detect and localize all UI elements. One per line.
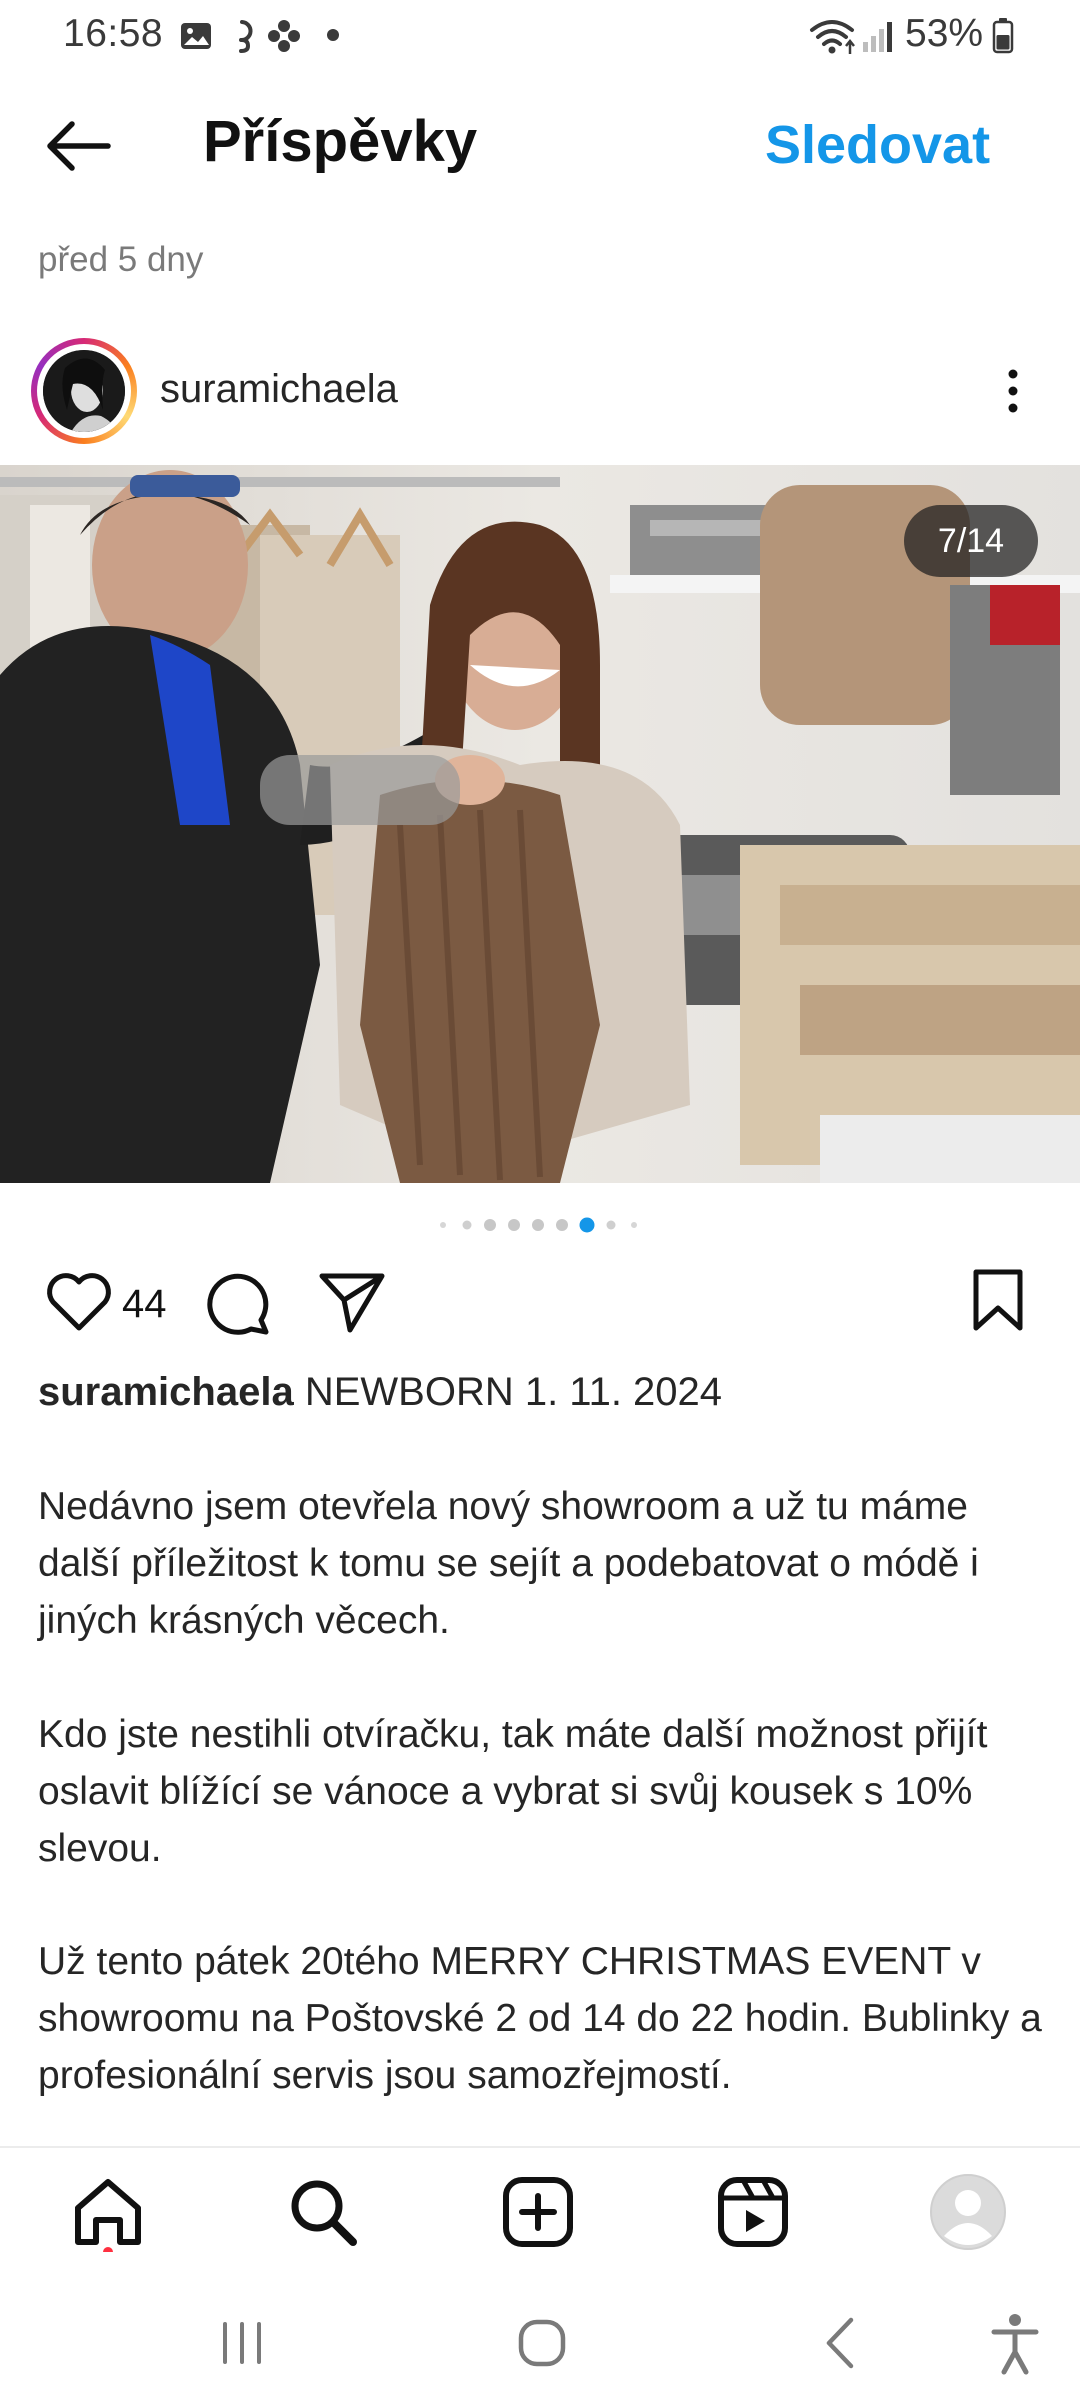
follow-button[interactable]: Sledovat — [765, 114, 990, 176]
page-title: Příspěvky — [203, 109, 478, 174]
bottom-nav — [0, 2148, 1080, 2278]
accessibility-icon[interactable] — [980, 2308, 1050, 2378]
create-icon[interactable] — [498, 2172, 578, 2252]
gallery-icon — [181, 23, 211, 49]
threads-icon — [239, 20, 253, 53]
caption-headline: suramichaela NEWBORN 1. 11. 2024 — [38, 1370, 722, 1415]
recents-icon[interactable] — [207, 2308, 277, 2378]
carousel-dots — [440, 1217, 637, 1233]
status-bar: 16:58 53% — [0, 0, 1080, 72]
carousel-dot — [606, 1220, 616, 1230]
carousel-dot — [631, 1222, 637, 1228]
status-time: 16:58 — [63, 12, 164, 55]
share-icon[interactable] — [318, 1270, 386, 1334]
carousel-dot — [462, 1220, 472, 1230]
header: Příspěvky Sledovat — [0, 100, 1080, 200]
carousel-dot-active — [579, 1217, 595, 1233]
flower-icon — [268, 20, 300, 52]
carousel-dot — [556, 1219, 568, 1231]
post-username[interactable]: suramichaela — [160, 367, 398, 412]
bookmark-icon[interactable] — [970, 1268, 1026, 1332]
battery-icon — [992, 18, 1014, 54]
post-carousel[interactable]: 7/14 — [0, 465, 1080, 1183]
reels-icon[interactable] — [713, 2172, 793, 2252]
carousel-dot — [532, 1219, 544, 1231]
heart-icon[interactable] — [44, 1270, 114, 1334]
post-photo — [0, 465, 1080, 1183]
home-circle-icon[interactable] — [507, 2308, 577, 2378]
profile-icon[interactable] — [928, 2172, 1008, 2252]
caption-paragraph: Kdo jste nestihli otvíračku, tak máte da… — [38, 1713, 988, 1870]
avatar[interactable] — [31, 338, 137, 444]
home-icon[interactable] — [68, 2172, 148, 2252]
carousel-counter: 7/14 — [904, 505, 1038, 577]
avatar-border — [37, 344, 131, 438]
carousel-dot — [508, 1219, 520, 1231]
more-options-icon[interactable] — [998, 366, 1028, 416]
caption-paragraph: Už tento pátek 20tého MERRY CHRISTMAS EV… — [38, 1940, 1042, 2097]
back-icon[interactable] — [807, 2308, 877, 2378]
avatar-photo — [43, 350, 125, 432]
post-age: před 5 dny — [38, 240, 204, 279]
avatar-portrait — [43, 350, 125, 432]
like-count[interactable]: 44 — [122, 1282, 167, 1327]
carousel-dot — [484, 1219, 496, 1231]
battery-percent: 53% — [905, 12, 984, 55]
system-nav-bar — [0, 2278, 1080, 2408]
carousel-dot — [440, 1222, 446, 1228]
caption-headline-text: NEWBORN 1. 11. 2024 — [304, 1370, 723, 1414]
caption-paragraph: Nedávno jsem otevřela nový showroom a už… — [38, 1485, 979, 1642]
wifi-icon — [810, 20, 855, 54]
search-icon[interactable] — [283, 2172, 363, 2252]
caption-username[interactable]: suramichaela — [38, 1370, 294, 1414]
comment-icon[interactable] — [205, 1270, 273, 1336]
signal-icon — [863, 22, 892, 52]
arrow-left-icon[interactable] — [44, 118, 112, 174]
dot-icon — [327, 29, 339, 41]
